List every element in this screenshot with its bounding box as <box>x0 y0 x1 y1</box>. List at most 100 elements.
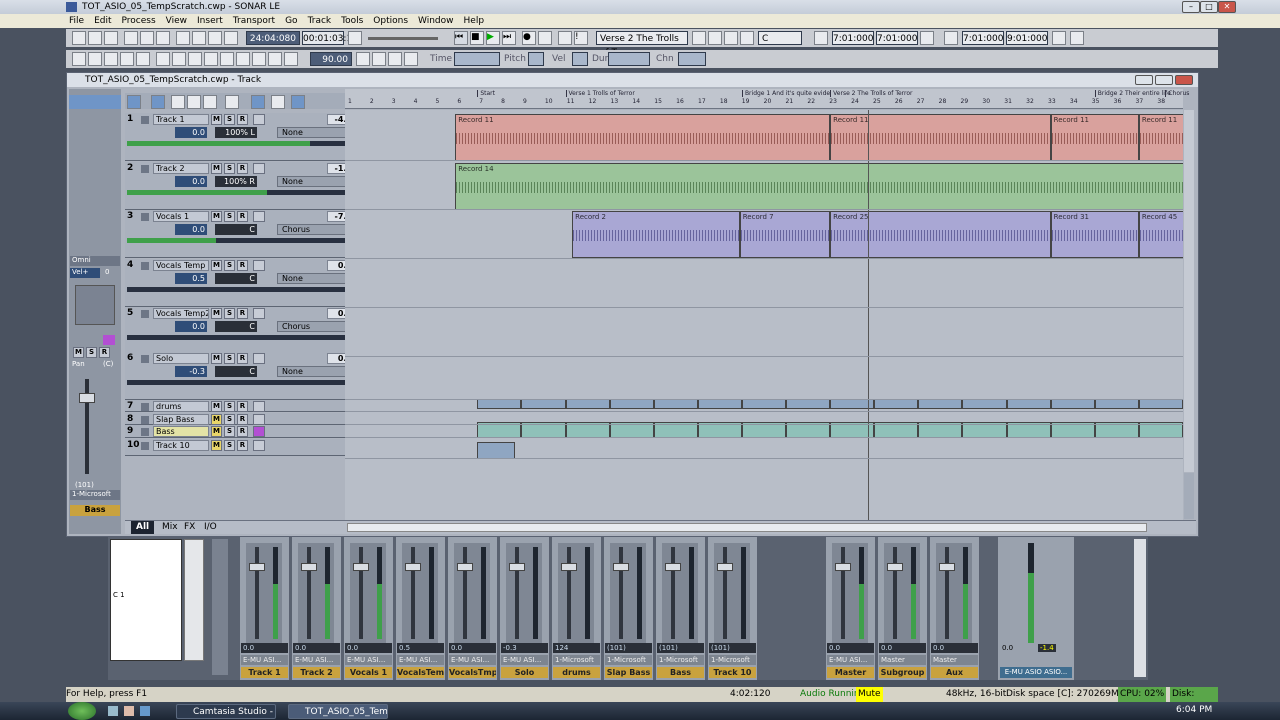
channel-output[interactable]: E-MU ASI... <box>501 655 548 665</box>
input-echo-icon[interactable] <box>253 353 265 364</box>
midi-clip[interactable] <box>477 442 515 459</box>
solo-button[interactable]: S <box>224 114 235 125</box>
mute-button[interactable]: M <box>211 353 222 364</box>
go-to-end-icon[interactable]: ⏭ <box>502 31 516 45</box>
record-arm-button[interactable]: R <box>237 426 248 437</box>
track-type-icon[interactable] <box>141 310 149 318</box>
input-echo-icon[interactable] <box>253 260 265 271</box>
channel-volume-value[interactable]: 0.0 <box>345 643 392 653</box>
synth-rack-icon[interactable] <box>204 52 218 66</box>
menu-insert[interactable]: Insert <box>192 14 228 28</box>
fader-knob[interactable] <box>353 563 369 571</box>
metronome-icon[interactable] <box>558 31 572 45</box>
paste-icon[interactable] <box>156 31 170 45</box>
video-view-icon[interactable] <box>188 52 202 66</box>
new-file-icon[interactable] <box>72 31 86 45</box>
channel-volume-value[interactable]: (101) <box>605 643 652 653</box>
marker-next-icon[interactable] <box>740 31 754 45</box>
audio-clip[interactable]: Record 14 <box>455 163 1183 210</box>
big-time-icon[interactable] <box>268 52 282 66</box>
edit-tool-icon[interactable] <box>171 95 185 109</box>
channel-fader[interactable] <box>714 543 750 643</box>
menu-help[interactable]: Help <box>459 14 490 28</box>
ruler-section-marker[interactable]: Verse 2 The Trolls of Terror <box>830 90 913 97</box>
open-file-icon[interactable] <box>88 31 102 45</box>
channel-output[interactable]: E-MU ASI... <box>397 655 444 665</box>
punch-start-field[interactable]: 7:01:000 <box>962 31 1004 45</box>
channel-fader[interactable] <box>350 543 386 643</box>
tab-all[interactable]: All <box>131 521 155 534</box>
channel-fader[interactable] <box>298 543 334 643</box>
track-view-close[interactable] <box>1175 75 1193 85</box>
zoom-tool-icon[interactable] <box>225 95 239 109</box>
meter-view-icon[interactable] <box>284 52 298 66</box>
track-type-icon[interactable] <box>141 262 149 270</box>
cut-icon[interactable] <box>124 31 138 45</box>
input-echo-icon[interactable] <box>253 114 265 125</box>
event-dur-field[interactable] <box>608 52 650 66</box>
inspector-pan-value[interactable]: (C) <box>103 360 113 368</box>
loop-set-icon[interactable] <box>920 31 934 45</box>
channel-volume-value[interactable]: 124 <box>553 643 600 653</box>
mute-button[interactable]: M <box>211 426 222 437</box>
stop-icon[interactable]: ■ <box>470 31 484 45</box>
midi-clip[interactable] <box>786 399 831 409</box>
track-pan[interactable]: C <box>215 273 257 284</box>
track-name[interactable]: Bass <box>153 426 209 437</box>
track-type-icon[interactable] <box>141 403 149 411</box>
channel-fader[interactable] <box>402 543 438 643</box>
inspector-output[interactable]: 1-Microsoft <box>70 490 120 500</box>
fader-knob[interactable] <box>887 563 903 571</box>
track-name[interactable]: Vocals Temp <box>153 260 209 271</box>
play-icon[interactable]: ▶ <box>486 31 500 45</box>
mute-button[interactable]: M <box>211 401 222 412</box>
track-pan[interactable]: 100% L <box>215 127 257 138</box>
record-icon[interactable]: ● <box>522 31 536 45</box>
audio-clip[interactable]: Record 11 <box>455 114 831 161</box>
solo-button[interactable]: S <box>224 211 235 222</box>
markers-view-icon[interactable] <box>252 52 266 66</box>
midi-clip[interactable] <box>521 399 566 409</box>
mute-button[interactable]: M <box>211 414 222 425</box>
copy-icon[interactable] <box>140 31 154 45</box>
inspector-mute-button[interactable]: M <box>73 347 84 358</box>
solo-button[interactable]: S <box>224 401 235 412</box>
fader-knob[interactable] <box>939 563 955 571</box>
track-name[interactable]: Vocals Temp2 <box>153 308 209 319</box>
mute-button[interactable]: M <box>211 440 222 451</box>
loop-end-field[interactable]: 7:01:000 <box>876 31 918 45</box>
menu-file[interactable]: File <box>64 14 89 28</box>
automation-icon[interactable] <box>291 95 305 109</box>
loop-start-field[interactable]: 7:01:000 <box>832 31 874 45</box>
fader-knob[interactable] <box>561 563 577 571</box>
history-icon[interactable] <box>208 31 222 45</box>
track-pan[interactable]: 100% R <box>215 176 257 187</box>
channel-fader[interactable] <box>246 543 282 643</box>
track-type-icon[interactable] <box>141 355 149 363</box>
maximize-button[interactable]: □ <box>1200 1 1218 13</box>
fader-knob[interactable] <box>301 563 317 571</box>
event-list-icon[interactable] <box>136 52 150 66</box>
channel-volume-value[interactable]: 0.0 <box>879 643 926 653</box>
menu-edit[interactable]: Edit <box>89 14 116 28</box>
solo-button[interactable]: S <box>224 163 235 174</box>
lyrics-icon[interactable] <box>236 52 250 66</box>
punch-end-field[interactable]: 9:01:000 <box>1006 31 1048 45</box>
midi-clip[interactable] <box>962 399 1007 409</box>
ruler-section-marker[interactable]: Verse 1 Trolls of Terror <box>565 90 635 97</box>
piano-roll-icon[interactable] <box>104 52 118 66</box>
solo-button[interactable]: S <box>224 414 235 425</box>
track-trim[interactable]: 0.0 <box>175 321 207 332</box>
channel-output[interactable]: 1-Microsoft <box>709 655 756 665</box>
staff-view-icon[interactable] <box>120 52 134 66</box>
input-echo-icon[interactable] <box>253 163 265 174</box>
input-echo-icon[interactable] <box>253 426 265 437</box>
track-pan[interactable]: C <box>215 366 257 377</box>
clips-vertical-scrollbar[interactable] <box>1184 110 1194 472</box>
tab-io[interactable]: I/O <box>199 521 222 534</box>
midi-clip[interactable] <box>918 399 963 409</box>
track-fx-bin[interactable]: None <box>277 273 351 284</box>
midi-clip[interactable] <box>565 399 610 409</box>
minimize-button[interactable]: – <box>1182 1 1200 13</box>
inspector-record-button[interactable]: R <box>99 347 110 358</box>
